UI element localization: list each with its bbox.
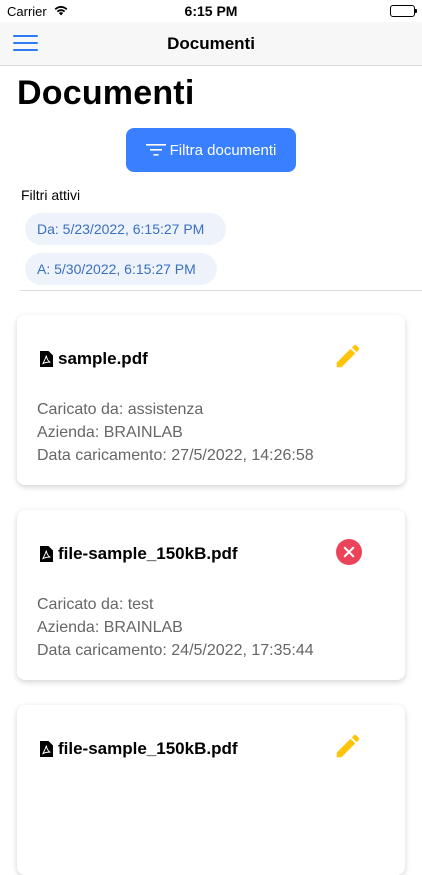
company: Azienda: BRAINLAB [37, 619, 183, 636]
uploaded-by: Caricato da: test [37, 596, 154, 613]
status-bar: Carrier 6:15 PM [0, 0, 422, 22]
active-filters-label: Filtri attivi [21, 187, 81, 203]
document-filename: file-sample_150kB.pdf [40, 739, 238, 759]
filter-chip-to[interactable]: A: 5/30/2022, 6:15:27 PM [25, 253, 217, 285]
close-circle-icon[interactable] [336, 539, 362, 565]
document-meta: Caricato da: test Azienda: BRAINLAB Data… [37, 593, 314, 662]
nav-bar: Documenti [0, 22, 422, 66]
document-meta: Caricato da: assistenza Azienda: BRAINLA… [37, 398, 314, 467]
upload-date: Data caricamento: 27/5/2022, 14:26:58 [37, 447, 314, 464]
divider [20, 290, 422, 291]
document-filename-text: file-sample_150kB.pdf [58, 739, 238, 758]
filter-documents-button[interactable]: Filtra documenti [126, 128, 296, 172]
pdf-file-icon [40, 351, 53, 367]
document-card[interactable]: file-sample_150kB.pdf Caricato da: test … [17, 510, 405, 680]
filter-chip-from[interactable]: Da: 5/23/2022, 6:15:27 PM [25, 213, 226, 245]
pencil-icon[interactable] [333, 731, 363, 761]
filter-button-label: Filtra documenti [169, 141, 277, 159]
battery-icon [390, 5, 417, 17]
company: Azienda: BRAINLAB [37, 424, 183, 441]
upload-date: Data caricamento: 24/5/2022, 17:35:44 [37, 642, 314, 659]
nav-title: Documenti [167, 34, 255, 53]
document-filename-text: file-sample_150kB.pdf [58, 544, 238, 563]
document-card[interactable]: sample.pdf Caricato da: assistenza Azien… [17, 315, 405, 485]
pdf-file-icon [40, 546, 53, 562]
pencil-icon[interactable] [333, 341, 363, 371]
filter-icon [145, 144, 166, 156]
pdf-file-icon [40, 741, 53, 757]
document-filename: file-sample_150kB.pdf [40, 544, 238, 564]
uploaded-by: Caricato da: assistenza [37, 401, 204, 418]
page-title: Documenti [17, 74, 195, 112]
document-card[interactable]: file-sample_150kB.pdf [17, 705, 405, 875]
document-filename-text: sample.pdf [58, 349, 148, 368]
document-filename: sample.pdf [40, 349, 148, 369]
clock: 6:15 PM [184, 3, 238, 19]
